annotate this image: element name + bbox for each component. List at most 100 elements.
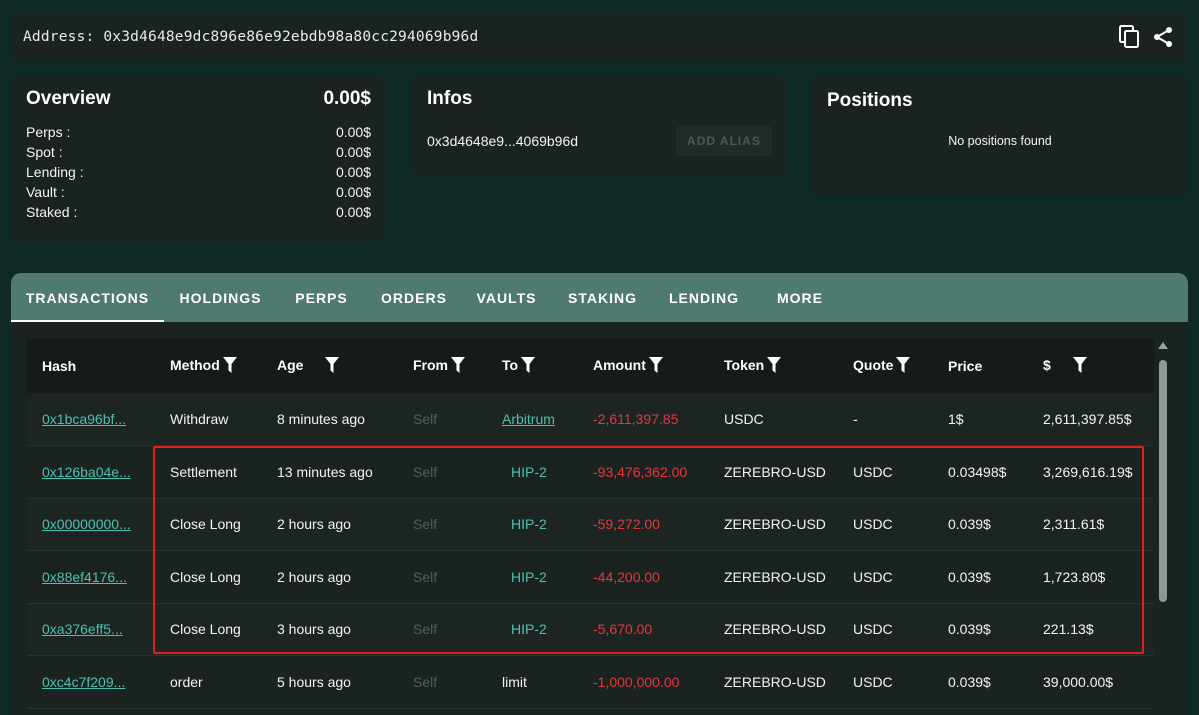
to-cell: Arbitrum [487, 393, 578, 446]
table-scrollbar[interactable] [1156, 340, 1170, 715]
tab-more[interactable]: MORE [754, 273, 846, 322]
table-row: 0xc4c7f209... order 5 hours ago Self lim… [27, 655, 1154, 709]
tab-orders[interactable]: ORDERS [366, 273, 462, 322]
usd-cell: 2,611,397.85$ [1043, 411, 1132, 427]
transactions-table: Hash Method Age From To Amount Token Quo… [27, 339, 1154, 709]
hash-cell: 0xa376eff5... [27, 603, 155, 656]
positions-card: Positions No positions found [812, 76, 1188, 196]
tab-perps[interactable]: PERPS [277, 273, 366, 322]
price-cell: 1$ [948, 411, 964, 427]
overview-label: Perps : [26, 124, 71, 140]
header-quote[interactable]: Quote [838, 339, 933, 393]
header-amount[interactable]: Amount [578, 339, 709, 393]
usd-cell: 39,000.00$ [1043, 673, 1114, 690]
age-cell: 3 hours ago [277, 621, 351, 638]
overview-row-spot: Spot : 0.00$ [26, 142, 371, 162]
quote-cell: USDC [853, 516, 893, 533]
infos-card: Infos 0x3d4648e9...4069b96d ADD ALIAS [412, 76, 787, 176]
usd-cell: 1,723.80$ [1043, 568, 1106, 585]
to-link[interactable]: Arbitrum [502, 411, 555, 427]
overview-label: Vault : [26, 184, 65, 200]
table-row: 0x88ef4176... Close Long 2 hours ago Sel… [27, 550, 1154, 604]
tab-lending[interactable]: LENDING [654, 273, 754, 322]
method-cell: Withdraw [170, 411, 229, 427]
from-cell: Self [413, 411, 438, 427]
table-row: 0x1bca96bf... Withdraw 8 minutes ago Sel… [27, 393, 1154, 446]
hash-cell: 0x88ef4176... [27, 551, 155, 604]
address-bar: Address: 0x3d4648e9dc896e86e92ebdb98a80c… [11, 13, 1187, 61]
price-cell: 0.039$ [948, 516, 991, 533]
hash-cell: 0xc4c7f209... [27, 656, 155, 709]
filter-icon[interactable] [1072, 356, 1087, 376]
scroll-up-arrow-icon[interactable] [1158, 342, 1168, 349]
amount-cell: -44,200.00 [593, 568, 660, 585]
token-cell: ZEREBRO-USD [724, 621, 826, 638]
tab-holdings[interactable]: HOLDINGS [164, 273, 277, 322]
share-icon[interactable] [1151, 25, 1175, 49]
short-address: 0x3d4648e9...4069b96d [427, 133, 579, 149]
method-cell: Close Long [170, 621, 241, 638]
price-cell: 0.039$ [948, 568, 991, 585]
token-cell: ZEREBRO-USD [724, 568, 826, 585]
quote-cell: USDC [853, 463, 893, 480]
hash-link[interactable]: 0x00000000... [42, 516, 131, 532]
overview-header: Overview 0.00$ [26, 88, 371, 110]
filter-icon[interactable] [521, 356, 536, 376]
header-price: Price [948, 358, 983, 374]
hash-link[interactable]: 0xc4c7f209... [42, 674, 125, 690]
hash-link[interactable]: 0x88ef4176... [42, 569, 127, 585]
hash-cell: 0x126ba04e... [27, 446, 155, 499]
overview-title: Overview [26, 88, 111, 109]
hash-cell: 0x1bca96bf... [27, 393, 155, 446]
tab-bar: TRANSACTIONS HOLDINGS PERPS ORDERS VAULT… [11, 273, 1188, 322]
age-cell: 8 minutes ago [277, 411, 365, 427]
method-cell: Close Long [170, 516, 241, 533]
copy-icon[interactable] [1117, 25, 1141, 49]
header-age[interactable]: Age [262, 339, 398, 393]
token-cell: ZEREBRO-USD [724, 516, 826, 533]
header-method[interactable]: Method [155, 339, 262, 393]
filter-icon[interactable] [325, 356, 340, 376]
tab-vaults[interactable]: VAULTS [462, 273, 551, 322]
header-to[interactable]: To [487, 339, 578, 393]
to-cell: HIP-2 [511, 568, 547, 585]
address-text: Address: 0x3d4648e9dc896e86e92ebdb98a80c… [23, 29, 479, 45]
price-cell: 0.039$ [948, 673, 991, 690]
hash-link[interactable]: 0x1bca96bf... [42, 411, 126, 427]
transactions-panel: TRANSACTIONS HOLDINGS PERPS ORDERS VAULT… [11, 273, 1188, 715]
table-row: 0xa376eff5... Close Long 3 hours ago Sel… [27, 603, 1154, 656]
header-token[interactable]: Token [709, 339, 838, 393]
token-cell: ZEREBRO-USD [724, 673, 826, 690]
filter-icon[interactable] [648, 356, 663, 376]
address-actions [1117, 25, 1175, 49]
hash-cell: 0x00000000... [27, 498, 155, 551]
positions-empty-text: No positions found [948, 134, 1052, 148]
filter-icon[interactable] [451, 356, 465, 376]
scroll-thumb[interactable] [1159, 360, 1167, 602]
hash-link[interactable]: 0xa376eff5... [42, 621, 123, 637]
header-hash: Hash [42, 358, 77, 374]
quote-cell: USDC [853, 568, 893, 585]
filter-icon[interactable] [767, 356, 782, 376]
age-cell: 5 hours ago [277, 673, 351, 690]
filter-icon[interactable] [222, 356, 237, 376]
overview-row-vault: Vault : 0.00$ [26, 182, 371, 202]
add-alias-button[interactable]: ADD ALIAS [676, 126, 772, 156]
from-cell: Self [413, 621, 438, 638]
positions-title: Positions [827, 90, 913, 111]
amount-cell: -2,611,397.85 [593, 411, 679, 427]
table-header-row: Hash Method Age From To Amount Token Quo… [27, 339, 1154, 393]
overview-rows: Perps :0.00$ Spot :0.00$ Lending :0.00$ … [26, 122, 371, 222]
tab-staking[interactable]: STAKING [551, 273, 654, 322]
overview-row-perps: Perps : 0.00$ [26, 122, 371, 142]
token-cell: ZEREBRO-USD [724, 463, 826, 480]
usd-cell: 221.13$ [1043, 621, 1094, 638]
quote-cell: USDC [853, 673, 893, 690]
header-from[interactable]: From [398, 339, 487, 393]
hash-link[interactable]: 0x126ba04e... [42, 464, 131, 480]
method-cell: Close Long [170, 568, 241, 585]
overview-card: Overview 0.00$ Perps :0.00$ Spot :0.00$ … [11, 76, 386, 241]
filter-icon[interactable] [896, 356, 911, 376]
tab-transactions[interactable]: TRANSACTIONS [11, 273, 164, 322]
header-usd[interactable]: $ [1028, 339, 1154, 393]
